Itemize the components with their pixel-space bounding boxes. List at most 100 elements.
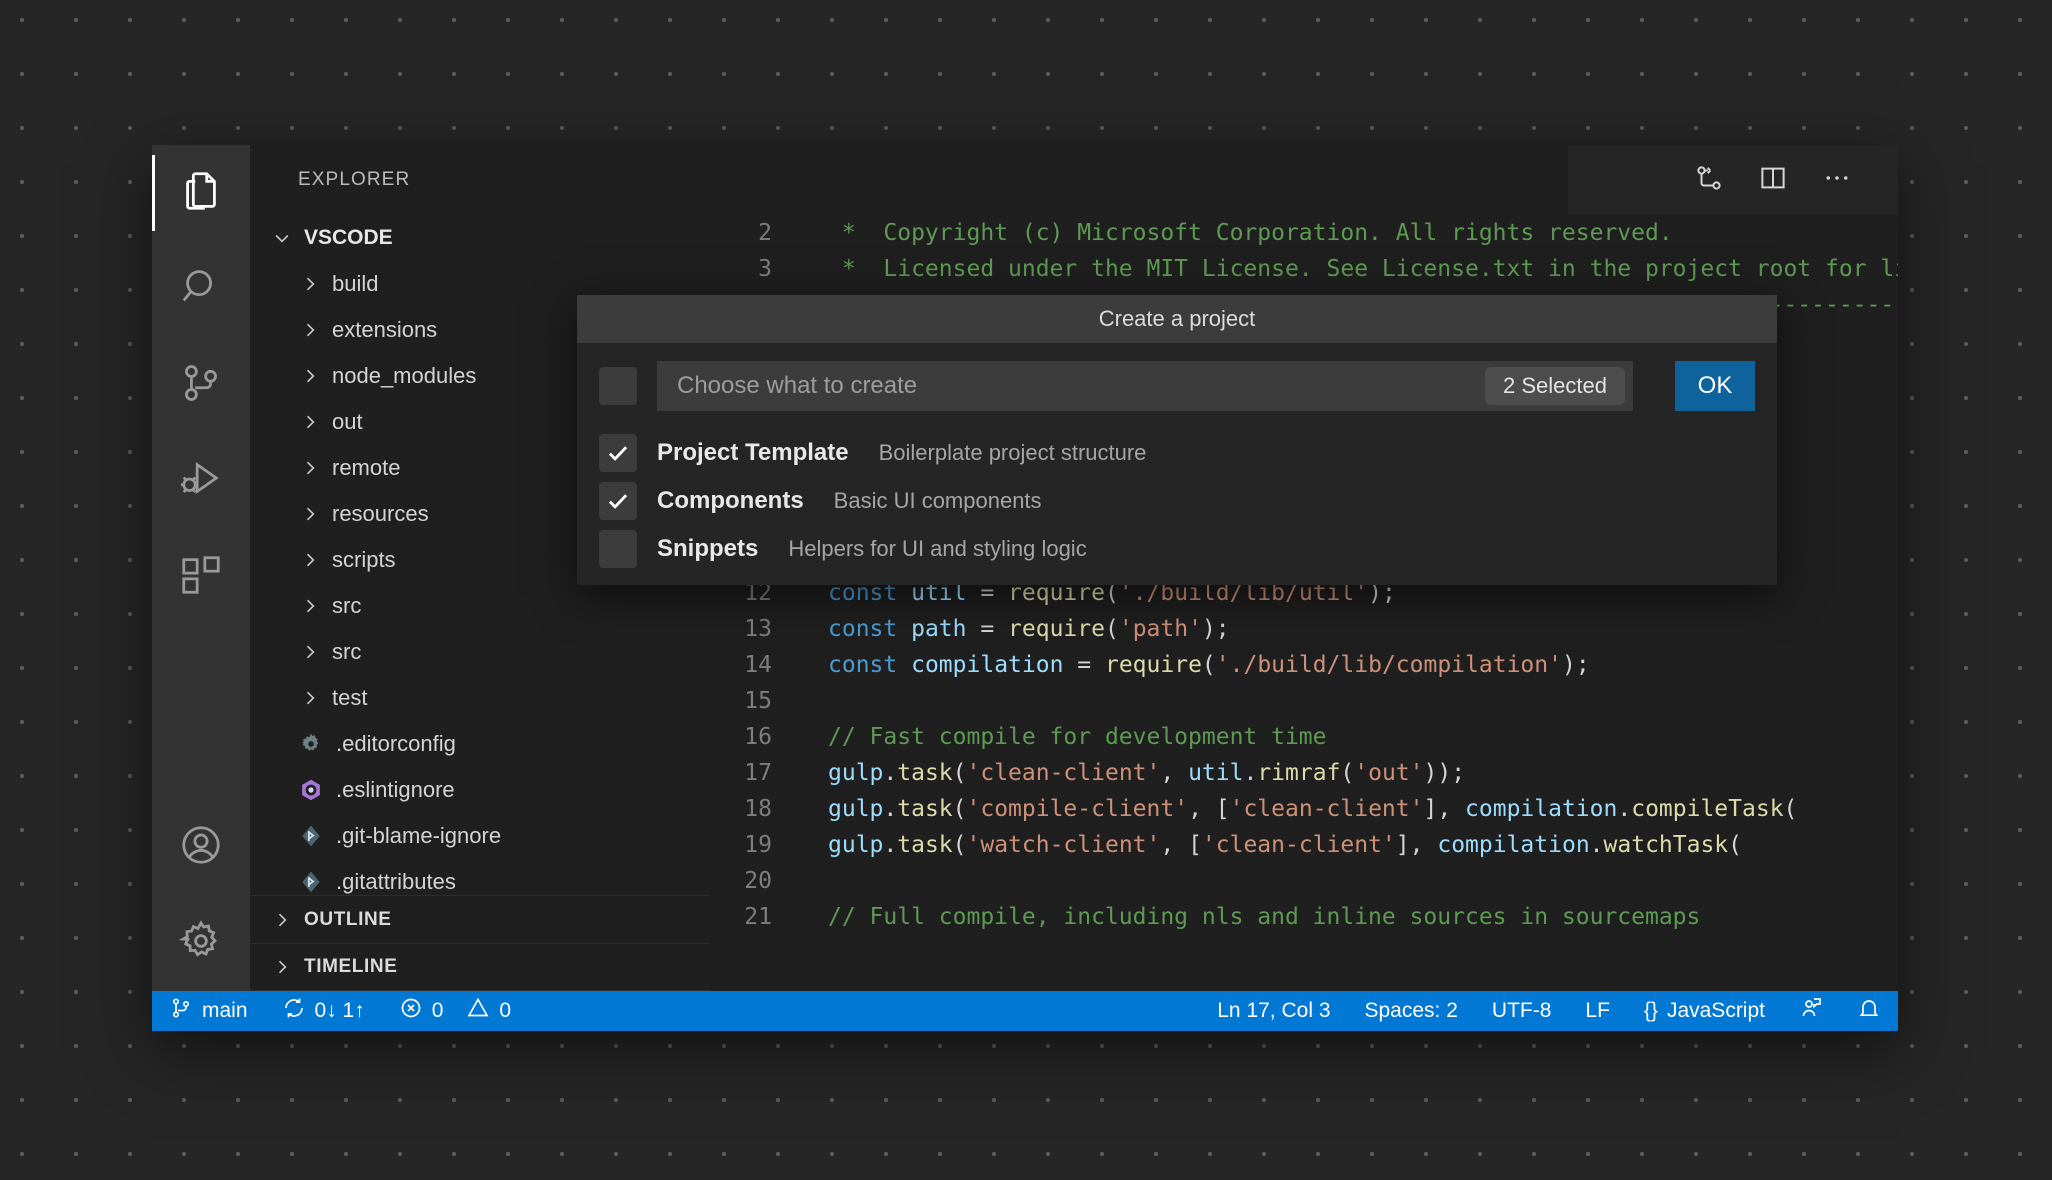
status-sync-label: 0↓ 1↑ [314,999,365,1022]
status-cursor-position[interactable]: Ln 17, Col 3 [1200,991,1347,1031]
chevron-right-icon [296,684,324,712]
activity-item-manage[interactable] [152,895,250,991]
git-file-icon [296,869,326,895]
line-text: const compilation = require('./build/lib… [802,647,1898,683]
activity-item-search[interactable] [152,241,250,337]
split-editor-icon[interactable] [1758,163,1788,198]
line-number: 21 [744,904,772,930]
chevron-right-icon [296,362,324,390]
code-token: require [1104,652,1202,678]
search-icon [178,264,224,315]
tree-item-label: .git-blame-ignore [336,823,502,848]
dialog-option-components[interactable]: Components Basic UI components [577,477,1777,525]
tree-item-label: remote [332,455,401,480]
code-line: 2 * Copyright (c) Microsoft Corporation.… [710,215,1898,251]
activity-item-explorer[interactable] [152,145,250,241]
code-token: 'compile-client' [966,796,1189,822]
code-token: 'clean-client' [1229,796,1424,822]
dialog-option-snippets[interactable]: Snippets Helpers for UI and styling logic [577,525,1777,573]
option-label: Snippets [657,535,759,562]
code-token: watchTask [1603,832,1729,858]
warning-icon [466,996,490,1026]
activity-item-run-debug[interactable] [152,433,250,529]
code-token: // Full compile, including nls and inlin… [828,904,1701,930]
code-token: gulp [828,796,884,822]
code-token: * Licensed under the MIT License. See Li… [841,256,1898,282]
eslint-file-icon [296,777,326,803]
error-icon [399,996,423,1026]
code-token: . [1243,760,1258,786]
code-token: ], [1423,796,1466,822]
tree-root-vscode[interactable]: VSCODE [250,215,710,261]
feedback-icon [1799,996,1823,1026]
code-token: require [1008,616,1105,642]
status-language-mode[interactable]: {} JavaScript [1627,991,1782,1031]
code-token: 'path' [1118,616,1202,642]
tree-item-test[interactable]: test [250,675,710,721]
sidebar-title: EXPLORER [298,169,411,190]
activity-item-extensions[interactable] [152,529,250,625]
code-token: compilation [1437,832,1590,858]
code-token: ( [952,796,967,822]
chevron-right-icon [296,592,324,620]
status-feedback[interactable] [1782,991,1840,1031]
dialog-ok-button[interactable]: OK [1675,361,1755,411]
tree-item-src[interactable]: src [250,629,710,675]
checkbox-unchecked[interactable] [599,530,637,568]
chevron-right-icon [296,408,324,436]
line-number: 2 [758,220,772,246]
braces-icon: {} [1643,999,1658,1022]
code-token: task [897,796,953,822]
tree-item-eslintignore[interactable]: .eslintignore [250,767,710,813]
status-notifications[interactable] [1840,991,1898,1031]
account-icon [178,822,224,873]
checkbox-checked[interactable] [599,482,637,520]
code-token: util [1188,760,1244,786]
code-line: 13 const path = require('path'); [710,611,1898,647]
line-text [802,863,1898,899]
code-token: task [897,832,953,858]
sidebar-section-timeline[interactable]: TIMELINE [250,943,710,991]
more-actions-icon[interactable] [1822,163,1852,198]
split-diff-icon[interactable] [1694,163,1724,198]
status-eol[interactable]: LF [1568,991,1627,1031]
option-description: Helpers for UI and styling logic [788,536,1087,561]
timeline-label: TIMELINE [304,956,398,977]
code-token: = [966,616,1009,642]
code-token: compileTask [1631,796,1784,822]
dialog-option-project-template[interactable]: Project Template Boilerplate project stru… [577,429,1777,477]
line-number: 20 [744,868,772,894]
status-indentation[interactable]: Spaces: 2 [1348,991,1475,1031]
chevron-right-icon [296,454,324,482]
code-token: 'watch-client' [966,832,1161,858]
tree-item-editorconfig[interactable]: .editorconfig [250,721,710,767]
status-sync[interactable]: 0↓ 1↑ [265,991,382,1031]
status-problems[interactable]: 0 0 [382,991,528,1031]
dialog-search-input[interactable]: Choose what to create 2 Selected [657,361,1633,411]
dialog-title: Create a project [577,295,1777,343]
code-token: compilation [911,652,1064,678]
source-control-branch-icon [169,996,193,1026]
tree-item-git-blame-ignore[interactable]: .git-blame-ignore [250,813,710,859]
option-label: Components [657,487,804,514]
checkbox-checked[interactable] [599,434,637,472]
code-token: ( [1728,832,1743,858]
dialog-select-all-checkbox[interactable] [599,367,637,405]
code-token: './build/lib/compilation' [1215,652,1562,678]
dialog-options-list: Project Template Boilerplate project stru… [577,411,1777,573]
extensions-icon [178,552,224,603]
status-branch[interactable]: main [152,991,265,1031]
activity-item-accounts[interactable] [152,799,250,895]
source-control-icon [178,360,224,411]
sidebar-section-outline[interactable]: OUTLINE [250,895,710,943]
chevron-right-icon [268,906,296,934]
activity-item-source-control[interactable] [152,337,250,433]
tree-item-src[interactable]: src [250,583,710,629]
line-number: 18 [744,796,772,822]
tree-root-label: VSCODE [304,226,393,249]
code-token: . [1589,832,1604,858]
status-encoding[interactable]: UTF-8 [1475,991,1569,1031]
chevron-down-icon [268,224,296,252]
line-number: 16 [744,724,772,750]
code-token: . [883,760,898,786]
